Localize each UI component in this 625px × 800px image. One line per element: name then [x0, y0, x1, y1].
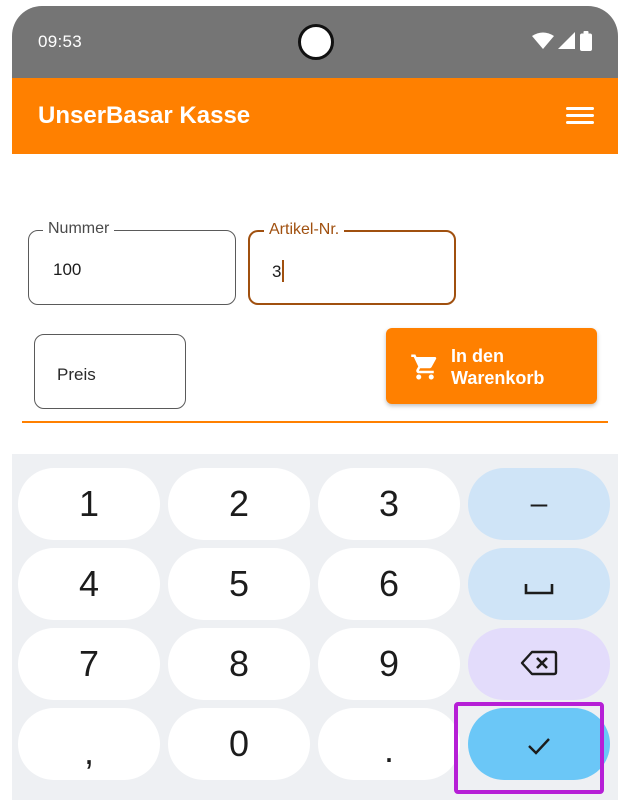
minus-key[interactable]: –: [468, 468, 610, 540]
key-2[interactable]: 2: [168, 468, 310, 540]
cart-icon: [410, 352, 440, 387]
artikel-nr-value: 3: [272, 260, 285, 282]
check-icon: [526, 723, 552, 765]
key-5-label: 5: [228, 563, 250, 604]
period-key-label: .: [383, 729, 394, 770]
app-bar: UnserBasar Kasse: [12, 78, 618, 154]
key-6-label: 6: [378, 563, 400, 604]
comma-key[interactable]: ,: [18, 708, 160, 780]
key-0[interactable]: 0: [168, 708, 310, 780]
artikel-nr-field[interactable]: Artikel-Nr. 3: [248, 221, 456, 305]
space-icon: [524, 563, 554, 605]
backspace-icon: [520, 643, 558, 685]
key-8-label: 8: [228, 643, 250, 684]
comma-key-label: ,: [83, 731, 94, 772]
minus-key-label: –: [530, 487, 548, 520]
nummer-value: 100: [53, 260, 82, 279]
nummer-field[interactable]: Nummer 100: [28, 220, 236, 305]
key-5[interactable]: 5: [168, 548, 310, 620]
screen: 09:53 UnserBasar Kasse Nummer 100 Artike…: [0, 0, 625, 800]
signal-icon: [558, 32, 576, 55]
artikel-nr-label: Artikel-Nr.: [264, 221, 345, 239]
menu-icon[interactable]: [564, 104, 596, 128]
orange-divider: [22, 421, 608, 423]
key-1-label: 1: [78, 483, 100, 524]
enter-key[interactable]: [468, 708, 610, 780]
key-9[interactable]: 9: [318, 628, 460, 700]
add-to-cart-label: In den Warenkorb: [451, 346, 545, 388]
nummer-label: Nummer: [43, 220, 115, 238]
key-8[interactable]: 8: [168, 628, 310, 700]
key-7[interactable]: 7: [18, 628, 160, 700]
key-4[interactable]: 4: [18, 548, 160, 620]
text-cursor: [282, 260, 285, 282]
wifi-icon: [532, 32, 554, 55]
key-0-label: 0: [228, 723, 250, 764]
key-2-label: 2: [228, 483, 250, 524]
period-key[interactable]: .: [318, 708, 460, 780]
status-icons: [532, 31, 592, 56]
phone-frame: 09:53 UnserBasar Kasse Nummer 100 Artike…: [12, 6, 618, 800]
battery-icon: [580, 31, 592, 56]
key-9-label: 9: [378, 643, 400, 684]
key-1[interactable]: 1: [18, 468, 160, 540]
backspace-key[interactable]: [468, 628, 610, 700]
artikel-nr-text: 3: [272, 262, 282, 281]
status-time: 09:53: [38, 32, 83, 51]
add-to-cart-button[interactable]: In den Warenkorb: [386, 328, 597, 404]
key-3-label: 3: [378, 483, 400, 524]
camera-cutout: [298, 24, 334, 60]
space-key[interactable]: [468, 548, 610, 620]
numeric-keyboard: 1 2 3 – 4 5 6 7 8 9 , 0 .: [12, 454, 618, 800]
preis-field[interactable]: Preis: [34, 334, 186, 409]
status-bar: 09:53: [12, 6, 618, 78]
key-6[interactable]: 6: [318, 548, 460, 620]
key-4-label: 4: [78, 563, 100, 604]
key-3[interactable]: 3: [318, 468, 460, 540]
app-title: UnserBasar Kasse: [38, 102, 251, 129]
key-7-label: 7: [78, 643, 100, 684]
preis-placeholder: Preis: [57, 365, 96, 384]
